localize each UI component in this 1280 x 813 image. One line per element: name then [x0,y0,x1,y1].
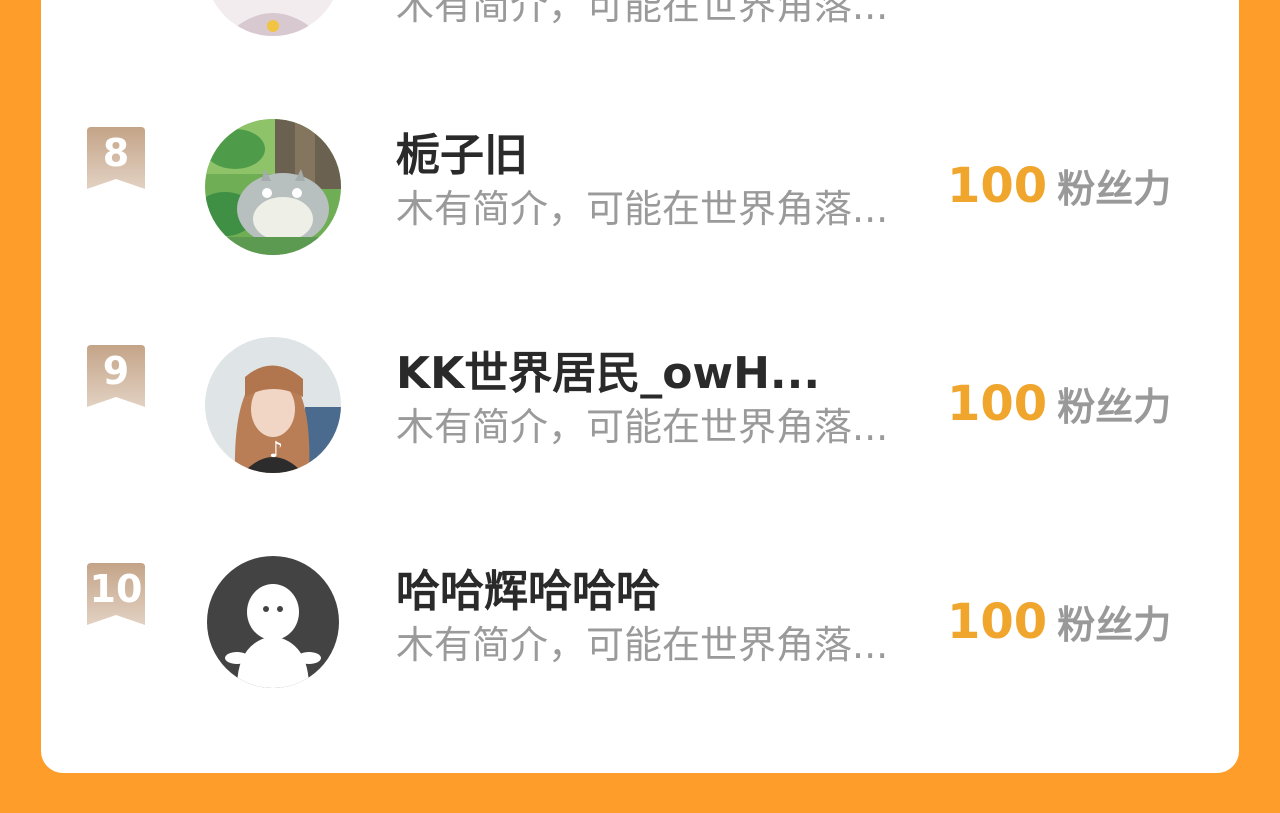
user-bio: 木有简介，可能在世界角落... [396,405,889,449]
score-unit: 粉丝力 [1057,385,1172,429]
svg-text:♪: ♪ [269,438,283,463]
avatar[interactable] [205,119,341,255]
rank-badge: 10 [85,563,147,625]
rank-badge: 9 [85,345,147,407]
score-unit: 粉丝力 [1057,603,1172,647]
avatar[interactable] [205,0,341,36]
avatar[interactable]: ♪ [205,337,341,473]
fan-power-score: 100 粉丝力 [947,376,1171,443]
list-item[interactable]: 9 ♪ KK世界居民_owH... 木有简介，可能在世界角落... 100 粉丝力 [41,330,1239,480]
user-bio: 木有简介，可能在世界角落... [396,187,889,231]
anime-avatar-icon [205,0,341,36]
fan-power-score: 100 粉丝力 [947,158,1171,225]
rank-number: 8 [102,131,130,175]
default-user-avatar-icon [207,556,339,688]
girl-photo-avatar-icon: ♪ [205,337,341,473]
totoro-avatar-icon [205,119,341,255]
list-item[interactable]: 10 哈哈辉哈哈哈 木有简介，可能在世界角落... 100 粉丝力 [41,548,1239,698]
rank-badge: 8 [85,127,147,189]
user-bio: 木有简介，可能在世界角落... [396,0,889,28]
user-name[interactable]: KK世界居民_owH... [396,349,836,399]
score-value: 100 [947,158,1048,214]
list-item[interactable]: 木有简介，可能在世界角落... [41,0,1239,50]
score-unit: 粉丝力 [1057,167,1172,211]
avatar[interactable] [207,556,339,688]
rank-number: 9 [102,349,130,393]
rank-number: 10 [89,567,143,611]
list-item[interactable]: 8 栀子旧 木有简介，可能在世界角落... 100 粉丝力 [41,112,1239,262]
ranking-card: 木有简介，可能在世界角落... 8 栀子旧 木有简介，可能在世界角落... 10… [41,0,1239,773]
user-name[interactable]: 栀子旧 [396,131,836,181]
user-bio: 木有简介，可能在世界角落... [396,623,889,667]
score-value: 100 [947,376,1048,432]
user-name[interactable]: 哈哈辉哈哈哈 [396,567,836,617]
score-value: 100 [947,594,1048,650]
fan-power-score: 100 粉丝力 [947,594,1171,661]
